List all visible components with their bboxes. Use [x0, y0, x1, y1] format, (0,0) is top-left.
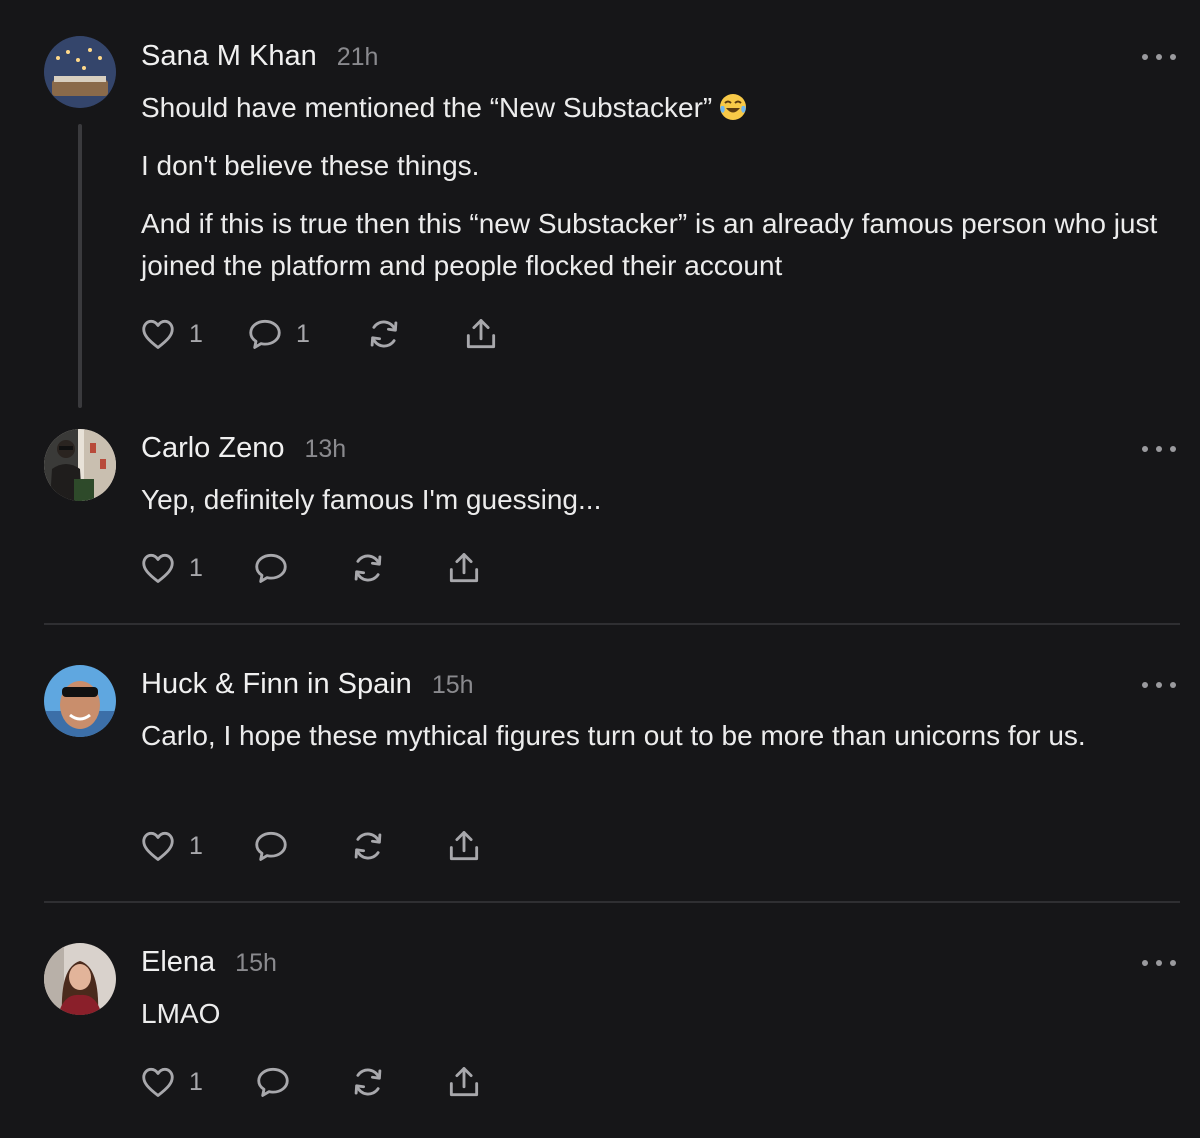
restack-button[interactable]	[349, 549, 387, 587]
comment-bubble-icon	[255, 831, 287, 861]
comment-text-line: Should have mentioned the “New Substacke…	[141, 92, 713, 123]
more-options-button[interactable]	[1142, 442, 1176, 456]
avatar[interactable]	[44, 943, 116, 1015]
more-dot	[1170, 682, 1176, 688]
author-name[interactable]: Carlo Zeno	[141, 432, 284, 465]
comment-header: Sana M Khan 21h	[141, 40, 378, 73]
restack-button[interactable]	[365, 315, 403, 353]
timestamp[interactable]: 15h	[235, 949, 277, 978]
avatar[interactable]	[44, 665, 116, 737]
comment-text: Should have mentioned the “New Substacke…	[141, 87, 1171, 134]
more-dot	[1142, 446, 1148, 452]
comment-header: Elena 15h	[141, 946, 277, 979]
avatar[interactable]	[44, 429, 116, 501]
comment-bubble-icon	[257, 1067, 289, 1097]
more-dot	[1156, 54, 1162, 60]
share-button[interactable]	[445, 1063, 483, 1101]
comment-bubble-icon	[249, 319, 281, 349]
more-options-button[interactable]	[1142, 50, 1176, 64]
more-options-button[interactable]	[1142, 678, 1176, 692]
reply-button[interactable]: 1	[246, 315, 310, 353]
share-icon	[449, 1067, 479, 1097]
like-button[interactable]: 1	[139, 315, 203, 353]
comment-text: LMAO	[141, 998, 221, 1029]
comment-text: I don't believe these things.	[141, 150, 480, 181]
more-dot	[1142, 682, 1148, 688]
author-name[interactable]: Huck & Finn in Spain	[141, 668, 412, 701]
more-dot	[1156, 682, 1162, 688]
heart-icon	[142, 553, 174, 583]
comment-bubble-icon	[255, 553, 287, 583]
divider	[44, 901, 1180, 903]
like-count: 1	[189, 831, 203, 860]
heart-icon	[142, 319, 174, 349]
more-dot	[1170, 54, 1176, 60]
share-button[interactable]	[445, 827, 483, 865]
comment-header: Carlo Zeno 13h	[141, 432, 346, 465]
reply-button[interactable]	[252, 827, 290, 865]
heart-icon	[142, 831, 174, 861]
comment-text: Carlo, I hope these mythical figures tur…	[141, 720, 1086, 751]
timestamp[interactable]: 15h	[432, 671, 474, 700]
reply-button[interactable]	[252, 549, 290, 587]
reply-count: 1	[296, 319, 310, 348]
share-button[interactable]	[445, 549, 483, 587]
share-icon	[449, 831, 479, 861]
like-button[interactable]: 1	[139, 549, 203, 587]
more-options-button[interactable]	[1142, 956, 1176, 970]
author-name[interactable]: Elena	[141, 946, 215, 979]
more-dot	[1156, 446, 1162, 452]
share-icon	[449, 553, 479, 583]
like-button[interactable]: 1	[139, 827, 203, 865]
like-count: 1	[189, 319, 203, 348]
restack-icon	[370, 320, 398, 348]
comment-text: Yep, definitely famous I'm guessing...	[141, 484, 602, 515]
share-button[interactable]	[462, 315, 500, 353]
restack-icon	[354, 832, 382, 860]
divider	[44, 623, 1180, 625]
more-dot	[1156, 960, 1162, 966]
tears-of-joy-emoji	[718, 92, 748, 134]
like-count: 1	[189, 553, 203, 582]
like-button[interactable]: 1	[139, 1063, 203, 1101]
like-count: 1	[189, 1067, 203, 1096]
heart-icon	[142, 1067, 174, 1097]
restack-button[interactable]	[349, 1063, 387, 1101]
restack-button[interactable]	[349, 827, 387, 865]
timestamp[interactable]: 21h	[337, 43, 379, 72]
share-icon	[466, 319, 496, 349]
more-dot	[1142, 960, 1148, 966]
more-dot	[1142, 54, 1148, 60]
timestamp[interactable]: 13h	[304, 435, 346, 464]
restack-icon	[354, 1068, 382, 1096]
restack-icon	[354, 554, 382, 582]
thread-line	[78, 124, 82, 408]
avatar[interactable]	[44, 36, 116, 108]
comment-header: Huck & Finn in Spain 15h	[141, 668, 474, 701]
author-name[interactable]: Sana M Khan	[141, 40, 317, 73]
reply-button[interactable]	[254, 1063, 292, 1101]
comment-text: And if this is true then this “new Subst…	[141, 208, 1158, 281]
more-dot	[1170, 960, 1176, 966]
more-dot	[1170, 446, 1176, 452]
